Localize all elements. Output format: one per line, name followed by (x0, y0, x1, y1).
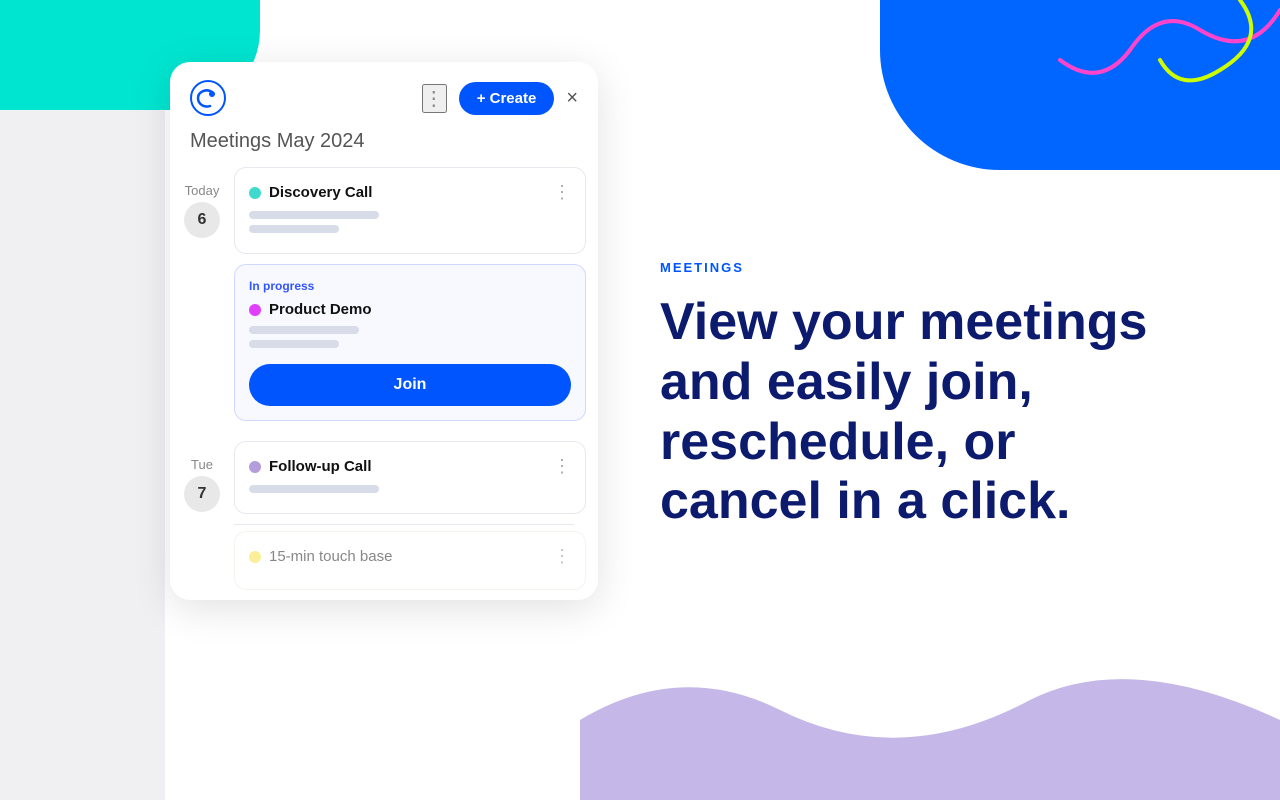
today-day-col: Today 6 (170, 167, 234, 431)
header-actions: ⋮ + Create × (422, 82, 578, 115)
right-content: MEETINGS View your meetings and easily j… (660, 260, 1160, 532)
close-button[interactable]: × (566, 87, 578, 110)
deco-lines-svg (960, 0, 1280, 140)
event-header-product-demo: Product Demo (249, 301, 571, 318)
purple-wave-svg (580, 640, 1280, 800)
event-dot-yellow (249, 551, 261, 563)
event-header-followup: Follow-up Call ⋮ (249, 456, 571, 477)
event-title-row-product-demo: Product Demo (249, 301, 372, 318)
event-more-discovery[interactable]: ⋮ (553, 182, 571, 203)
today-events: Discovery Call ⋮ In progress Product Dem… (234, 167, 598, 431)
event-title-row-discovery: Discovery Call (249, 184, 372, 201)
event-card-touchbase: 15-min touch base ⋮ (234, 531, 586, 590)
event-name-product-demo: Product Demo (269, 301, 372, 318)
create-button[interactable]: + Create (459, 82, 555, 115)
skeleton-line-5 (249, 485, 379, 493)
app-logo (190, 80, 226, 116)
event-title-row-touchbase: 15-min touch base (249, 548, 392, 565)
more-options-button[interactable]: ⋮ (422, 84, 447, 113)
event-more-followup[interactable]: ⋮ (553, 456, 571, 477)
event-header-discovery: Discovery Call ⋮ (249, 182, 571, 203)
tuesday-number: 7 (184, 476, 220, 512)
event-title-row-followup: Follow-up Call (249, 458, 372, 475)
event-header-touchbase: 15-min touch base ⋮ (249, 546, 571, 567)
in-progress-label: In progress (249, 279, 571, 293)
tuesday-day-col: Tue 7 (170, 441, 234, 600)
event-dot-pink (249, 304, 261, 316)
meetings-title: Meetings May 2024 (170, 126, 598, 167)
event-more-touchbase[interactable]: ⋮ (553, 546, 571, 567)
tuesday-label: Tue (191, 457, 213, 472)
divider-1 (234, 524, 574, 525)
today-label: Today (185, 183, 220, 198)
skeleton-line-1 (249, 211, 379, 219)
event-dot-teal (249, 187, 261, 199)
tuesday-section: Tue 7 Follow-up Call ⋮ (170, 441, 598, 600)
event-card-product-demo: In progress Product Demo Join (234, 264, 586, 421)
event-name-discovery: Discovery Call (269, 184, 372, 201)
sidebar-bg (0, 0, 165, 800)
today-section: Today 6 Discovery Call ⋮ In progress (170, 167, 598, 431)
right-heading: View your meetings and easily join, resc… (660, 293, 1160, 532)
right-label: MEETINGS (660, 260, 1160, 275)
skeleton-line-4 (249, 340, 339, 348)
event-card-discovery-call: Discovery Call ⋮ (234, 167, 586, 254)
tuesday-events: Follow-up Call ⋮ 15-min touch base ⋮ (234, 441, 598, 600)
event-dot-purple (249, 461, 261, 473)
panel-header: ⋮ + Create × (170, 62, 598, 126)
today-number: 6 (184, 202, 220, 238)
skeleton-line-2 (249, 225, 339, 233)
event-name-followup: Follow-up Call (269, 458, 372, 475)
event-name-touchbase: 15-min touch base (269, 548, 392, 565)
event-card-followup: Follow-up Call ⋮ (234, 441, 586, 514)
skeleton-line-3 (249, 326, 359, 334)
main-panel: ⋮ + Create × Meetings May 2024 Today 6 D… (170, 62, 598, 600)
join-button[interactable]: Join (249, 364, 571, 406)
